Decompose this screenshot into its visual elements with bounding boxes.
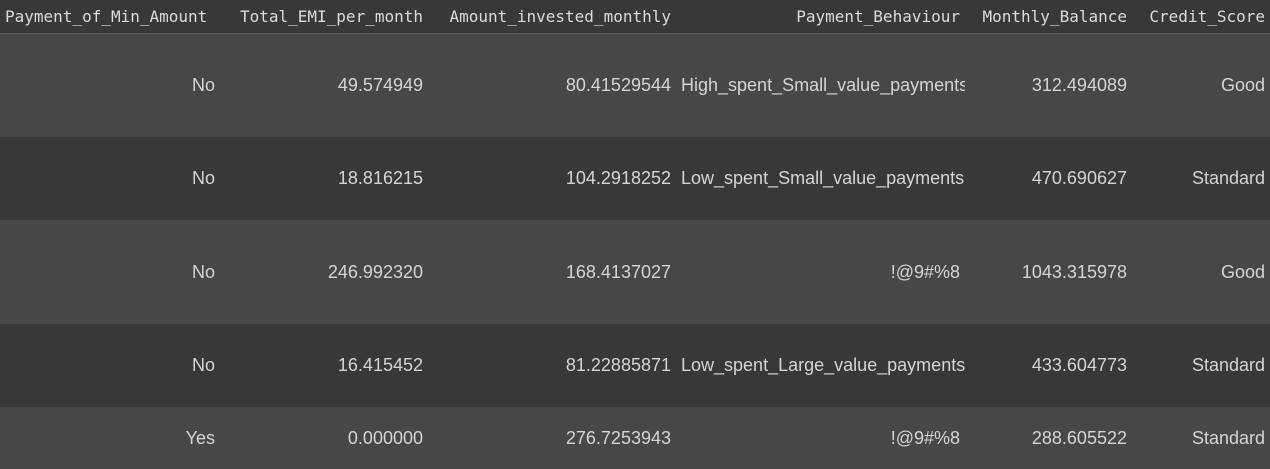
table-cell: No <box>191 355 215 375</box>
table-row: No 49.574949 80.41529544 High_spent_Smal… <box>0 33 1270 137</box>
table-row: No 16.415452 81.22885871 Low_spent_Large… <box>0 324 1270 407</box>
table-cell: Low_spent_Small_value_payments <box>681 168 965 188</box>
table-cell: High_spent_Small_value_payments <box>681 74 965 95</box>
column-header: Payment_Behaviour <box>676 0 965 34</box>
table-cell: Low_spent_Large_value_payments <box>681 355 965 375</box>
table-cell: Good <box>1220 74 1265 95</box>
table-cell: Yes <box>185 427 215 448</box>
dataframe-output: Payment_of_Min_Amount Total_EMI_per_mont… <box>0 0 1270 469</box>
table-row: No 18.816215 104.2918252 Low_spent_Small… <box>0 137 1270 220</box>
column-header: Monthly_Balance <box>965 0 1132 34</box>
table-cell: 168.4137027 <box>565 261 671 282</box>
table-cell: 433.604773 <box>1031 355 1127 375</box>
table-cell: 246.992320 <box>327 261 423 282</box>
table-cell: 80.41529544 <box>565 74 671 95</box>
table-cell: 16.415452 <box>337 355 423 375</box>
table-cell: No <box>191 168 215 188</box>
table-cell: 276.7253943 <box>565 427 671 448</box>
table-cell: 104.2918252 <box>565 168 671 188</box>
table-cell: Standard <box>1191 427 1265 448</box>
table-cell: 49.574949 <box>337 74 423 95</box>
table-cell: 0.000000 <box>347 427 423 448</box>
column-header: Credit_Score <box>1132 0 1270 34</box>
table-cell: No <box>191 74 215 95</box>
table-row: No 246.992320 168.4137027 !@9#%8 1043.31… <box>0 220 1270 324</box>
table-cell: 18.816215 <box>337 168 423 188</box>
table-row: Yes 0.000000 276.7253943 !@9#%8 288.6055… <box>0 407 1270 469</box>
table-cell: !@9#%8 <box>890 427 960 448</box>
column-header: Amount_invested_monthly <box>428 0 676 34</box>
table-cell: 470.690627 <box>1031 168 1127 188</box>
table-cell: !@9#%8 <box>890 261 960 282</box>
column-header: Total_EMI_per_month <box>220 0 428 34</box>
column-header: Payment_of_Min_Amount <box>0 0 220 34</box>
table-cell: Good <box>1220 261 1265 282</box>
table-cell: Standard <box>1191 168 1265 188</box>
dataframe-table: Payment_of_Min_Amount Total_EMI_per_mont… <box>0 0 1270 469</box>
table-cell: Standard <box>1191 355 1265 375</box>
table-cell: 81.22885871 <box>565 355 671 375</box>
header-row: Payment_of_Min_Amount Total_EMI_per_mont… <box>0 0 1270 34</box>
table-cell: 312.494089 <box>1031 74 1127 95</box>
table-cell: 1043.315978 <box>1021 261 1127 282</box>
table-cell: No <box>191 261 215 282</box>
table-cell: 288.605522 <box>1031 427 1127 448</box>
